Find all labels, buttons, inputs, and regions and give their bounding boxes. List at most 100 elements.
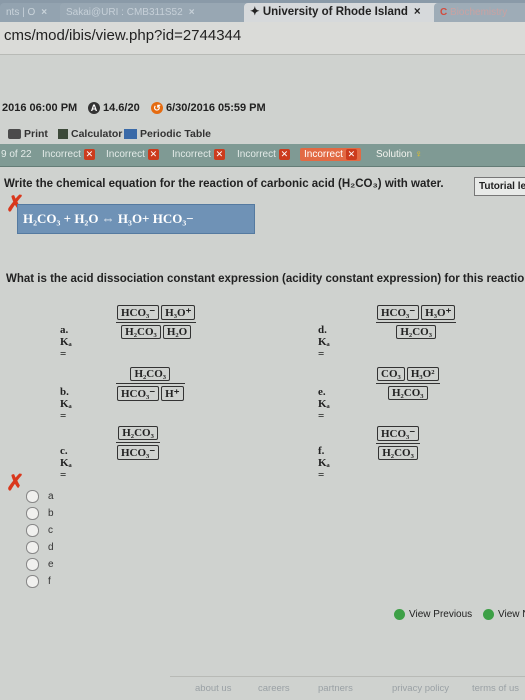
question-nav-item[interactable]: Incorrect ✕ [42, 149, 95, 160]
option-label: f. Kₐ = [318, 445, 330, 481]
footer-link-careers[interactable]: careers [258, 683, 290, 694]
close-icon[interactable]: × [41, 7, 47, 18]
tab-label: Biochemistry [450, 7, 508, 18]
radio-button[interactable] [26, 575, 39, 588]
periodic-table-button[interactable]: Periodic Table [124, 128, 211, 140]
fraction-bar [116, 383, 185, 384]
due-clock-icon: ↺ [151, 102, 163, 115]
view-previous-button[interactable]: View Previous [394, 609, 472, 620]
term: H₂O [162, 325, 192, 339]
term: H₃O² [406, 367, 439, 381]
term: H₃O⁺ [421, 305, 456, 320]
radio-button[interactable] [26, 490, 39, 503]
fraction: HCO₃⁻ H₂CO₃ [376, 426, 421, 460]
question-nav-item[interactable]: Incorrect ✕ [237, 149, 290, 160]
term: H₂CO₃ [130, 367, 171, 381]
close-icon[interactable]: × [189, 7, 195, 18]
footer-link-about[interactable]: about us [195, 683, 231, 694]
printer-icon [8, 129, 21, 140]
term: H₂CO₃ [378, 446, 418, 460]
footer-link-privacy[interactable]: privacy policy [392, 683, 449, 694]
previous-arrow-icon [394, 609, 405, 620]
calculator-button[interactable]: Calculator [58, 128, 122, 140]
answer-choice-b[interactable]: b [26, 507, 54, 521]
tool-bar: Print Calculator Periodic Table [0, 124, 525, 144]
option-label: c. Kₐ = [60, 445, 72, 481]
browser-tab-2[interactable]: Sakai@URI : CMB311S52 × [60, 3, 252, 22]
print-button[interactable]: Print [8, 128, 48, 140]
answer-choice-a[interactable]: a [26, 490, 54, 504]
view-next-button[interactable]: View N [483, 609, 525, 620]
solution-link[interactable]: Solution ♀ [376, 149, 422, 160]
question-count: 9 of 22 [1, 149, 32, 160]
incorrect-x-icon: ✕ [83, 149, 95, 160]
question-prompt: Write the chemical equation for the reac… [4, 178, 444, 190]
fraction: HCO₃⁻ H₃O⁺ H₂CO₃ [376, 305, 457, 339]
term: HCO₃⁻ [377, 305, 420, 320]
tab-label: University of Rhode Island [262, 6, 408, 18]
term: HCO₃⁻ [117, 305, 160, 320]
term: HCO₃⁻ [117, 386, 160, 401]
question-nav-item[interactable]: Incorrect ✕ [172, 149, 225, 160]
radio-button[interactable] [26, 507, 39, 520]
browser-tab-active[interactable]: ✦ University of Rhode Island × [244, 3, 442, 22]
equation-answer-box: H₂CO₃ + H₂O ⇔ H₃O+ HCO₃− [17, 204, 255, 234]
calculator-icon [58, 129, 68, 140]
question-nav-current[interactable]: Incorrect ✕ [300, 148, 361, 162]
option-label: a. Kₐ = [60, 324, 72, 360]
term: HCO₃⁻ [117, 445, 160, 460]
score-icon: A [88, 102, 100, 115]
browser-tab-4[interactable]: C Biochemistry [434, 3, 525, 22]
answer-choice-e[interactable]: e [26, 558, 54, 572]
option-label: e. Kₐ = [318, 386, 330, 422]
answer-choice-f[interactable]: f [26, 575, 51, 589]
question-nav-bar: 9 of 22 Incorrect ✕ Incorrect ✕ Incorrect ✕… [0, 144, 525, 167]
incorrect-x-icon: ✗ [6, 470, 25, 495]
term: H₂CO₃ [396, 325, 437, 339]
fraction-bar [376, 322, 457, 323]
tab-label: Sakai@URI : CMB311S52 [66, 7, 183, 18]
term: HCO₃⁻ [377, 426, 420, 441]
uri-logo-icon: ✦ [250, 6, 263, 18]
start-time: 2016 06:00 PM [2, 102, 78, 114]
due-date: ↺ 6/30/2016 05:59 PM [151, 102, 266, 115]
incorrect-x-icon: ✕ [278, 149, 290, 160]
incorrect-x-icon: ✕ [147, 149, 159, 160]
fraction-bar [376, 443, 421, 444]
footer-divider [170, 676, 525, 677]
radio-button[interactable] [26, 524, 39, 537]
address-bar[interactable]: cms/mod/ibis/view.php?id=2744344 [0, 22, 525, 55]
fraction-bar [116, 322, 197, 323]
url-text: cms/mod/ibis/view.php?id=2744344 [4, 27, 242, 44]
fraction-bar [116, 442, 161, 443]
question-nav-item[interactable]: Incorrect ✕ [106, 149, 159, 160]
chegg-icon: C [440, 7, 450, 18]
question-text: What is the acid dissociation constant e… [6, 273, 525, 285]
option-label: d. Kₐ = [318, 324, 330, 360]
tutorial-button[interactable]: Tutorial les [474, 177, 525, 196]
fraction: H₂CO₃ HCO₃⁻ H⁺ [116, 367, 185, 401]
bulb-icon: ♀ [414, 149, 423, 160]
fraction: H₂CO₃ HCO₃⁻ [116, 426, 161, 460]
close-icon[interactable]: × [414, 6, 421, 18]
tab-label: nts | O [6, 7, 36, 18]
footer-link-partners[interactable]: partners [318, 683, 353, 694]
term: H₂CO₃ [121, 325, 161, 339]
fraction-bar [376, 383, 440, 384]
score-display: A 14.6/20 [88, 102, 140, 115]
browser-tab-bar: nts | O × Sakai@URI : CMB311S52 × ✦ Univer… [0, 0, 525, 22]
equation-text: H₂CO₃ + H₂O ⇔ H₃O+ HCO₃− [23, 211, 194, 226]
footer-link-terms[interactable]: terms of us [472, 683, 519, 694]
term: CO₃ [377, 367, 405, 381]
radio-button[interactable] [26, 541, 39, 554]
radio-button[interactable] [26, 558, 39, 571]
term: H₃O⁺ [161, 305, 196, 320]
term: H⁺ [161, 386, 184, 401]
answer-choice-c[interactable]: c [26, 524, 53, 538]
periodic-table-icon [124, 129, 137, 140]
fraction: HCO₃⁻ H₃O⁺ H₂CO₃ H₂O [116, 305, 197, 339]
assignment-info: 2016 06:00 PM A 14.6/20 ↺ 6/30/2016 05:59 … [0, 97, 525, 119]
answer-choice-d[interactable]: d [26, 541, 54, 555]
term: H₂CO₃ [118, 426, 158, 440]
next-arrow-icon [483, 609, 494, 620]
